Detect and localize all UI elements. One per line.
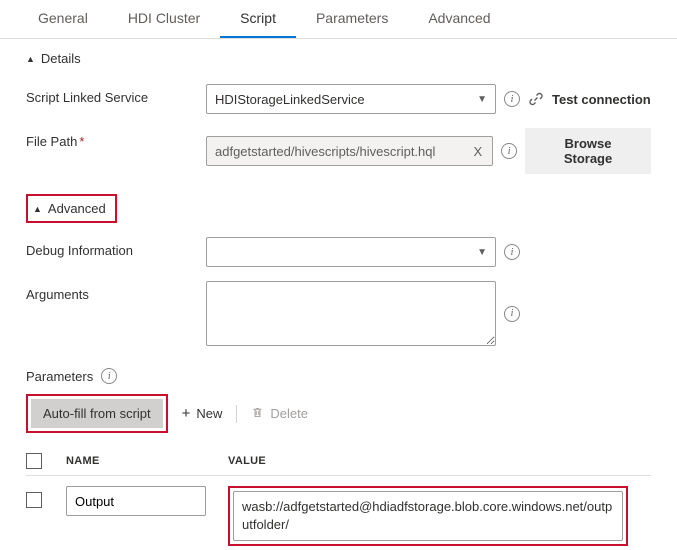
debug-info-label: Debug Information: [26, 237, 196, 258]
toolbar-divider: [236, 405, 237, 423]
file-path-input[interactable]: adfgetstarted/hivescripts/hivescript.hql…: [206, 136, 493, 166]
value-highlight: wasb://adfgetstarted@hdiadfstorage.blob.…: [228, 486, 628, 546]
caret-down-icon: ▲: [33, 204, 42, 214]
advanced-label: Advanced: [48, 201, 106, 216]
tab-hdi-cluster[interactable]: HDI Cluster: [108, 0, 220, 38]
script-linked-service-label: Script Linked Service: [26, 84, 196, 105]
tabs-bar: General HDI Cluster Script Parameters Ad…: [0, 0, 677, 39]
debug-info-dropdown[interactable]: ▼: [206, 237, 496, 267]
caret-down-icon: ▲: [26, 54, 35, 64]
autofill-highlight: Auto-fill from script: [26, 394, 168, 433]
plus-icon: +: [182, 405, 191, 422]
info-icon[interactable]: i: [504, 91, 520, 107]
link-icon: [528, 91, 544, 107]
parameters-table-header: NAME VALUE: [26, 447, 651, 476]
chevron-down-icon: ▼: [477, 247, 487, 258]
parameter-value-input[interactable]: wasb://adfgetstarted@hdiadfstorage.blob.…: [233, 491, 623, 541]
file-path-value: adfgetstarted/hivescripts/hivescript.hql: [215, 144, 435, 159]
new-parameter-button[interactable]: + New: [182, 405, 223, 422]
script-linked-service-value: HDIStorageLinkedService: [215, 92, 365, 107]
info-icon[interactable]: i: [101, 368, 117, 384]
autofill-button[interactable]: Auto-fill from script: [31, 399, 163, 428]
details-label: Details: [41, 51, 81, 66]
file-path-label: File Path*: [26, 128, 196, 149]
tab-script[interactable]: Script: [220, 0, 296, 38]
row-checkbox[interactable]: [26, 492, 42, 508]
delete-parameter-button[interactable]: Delete: [251, 406, 308, 422]
chevron-down-icon: ▼: [477, 94, 487, 105]
browse-storage-button[interactable]: Browse Storage: [525, 128, 651, 174]
parameter-name-input[interactable]: [66, 486, 206, 516]
info-icon[interactable]: i: [504, 244, 520, 260]
script-linked-service-dropdown[interactable]: HDIStorageLinkedService ▼: [206, 84, 496, 114]
tab-parameters[interactable]: Parameters: [296, 0, 408, 38]
arguments-label: Arguments: [26, 281, 196, 302]
test-connection-button[interactable]: Test connection: [552, 92, 651, 107]
info-icon[interactable]: i: [504, 306, 520, 322]
table-row: wasb://adfgetstarted@hdiadfstorage.blob.…: [26, 476, 651, 550]
tab-advanced[interactable]: Advanced: [408, 0, 510, 38]
parameters-label: Parameters: [26, 369, 93, 384]
column-value: VALUE: [228, 455, 651, 467]
clear-icon[interactable]: X: [472, 144, 485, 159]
trash-icon: [251, 406, 264, 422]
tab-general[interactable]: General: [18, 0, 108, 38]
required-asterisk: *: [79, 134, 84, 149]
select-all-checkbox[interactable]: [26, 453, 42, 469]
info-icon[interactable]: i: [501, 143, 517, 159]
advanced-expander[interactable]: ▲ Advanced: [31, 199, 112, 218]
details-expander[interactable]: ▲ Details: [26, 47, 651, 70]
advanced-highlight: ▲ Advanced: [26, 194, 117, 223]
column-name: NAME: [66, 455, 228, 467]
arguments-textarea[interactable]: [206, 281, 496, 346]
